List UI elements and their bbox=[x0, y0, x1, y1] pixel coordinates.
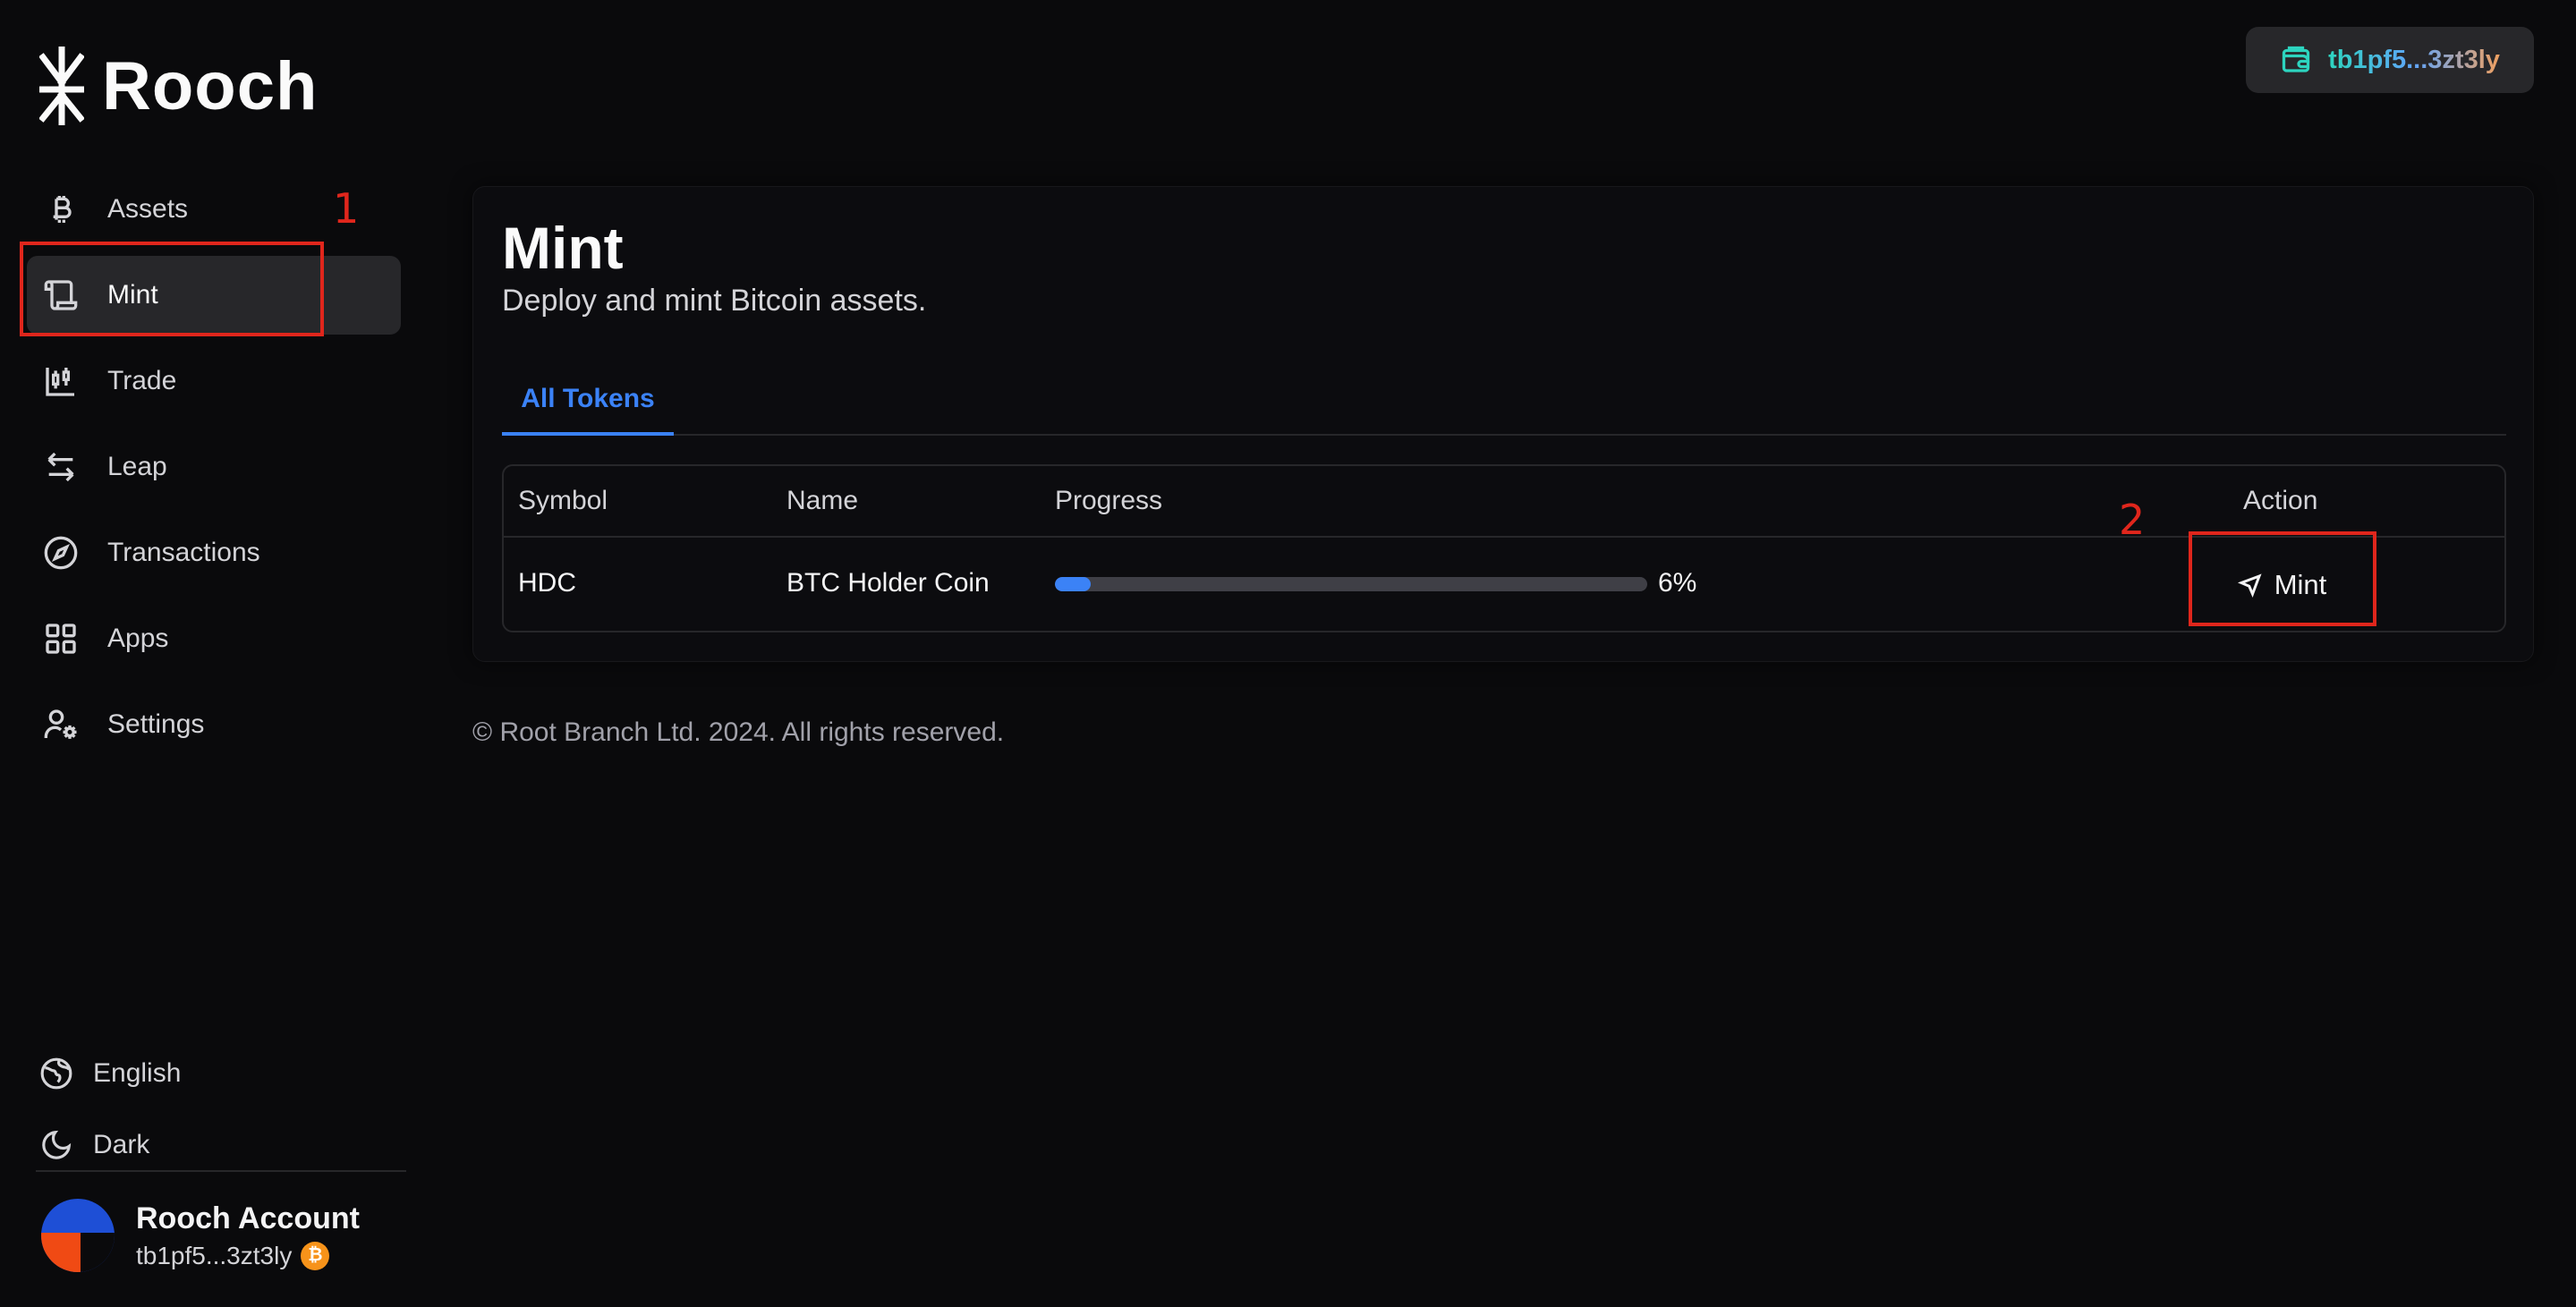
sidebar-item-label: Apps bbox=[107, 624, 169, 653]
wallet-address: tb1pf5...3zt3ly bbox=[2328, 45, 2500, 74]
sidebar-item-label: Trade bbox=[107, 366, 177, 395]
user-settings-icon bbox=[43, 707, 79, 743]
progress-percent: 6% bbox=[1658, 568, 1697, 598]
compass-icon bbox=[43, 535, 79, 571]
sidebar-options: English Dark bbox=[39, 1038, 406, 1181]
grid-icon bbox=[43, 621, 79, 657]
account-card[interactable]: Rooch Account tb1pf5...3zt3ly ₿ bbox=[41, 1199, 360, 1272]
sidebar-item-transactions[interactable]: Transactions bbox=[27, 513, 401, 592]
footer-copyright: © Root Branch Ltd. 2024. All rights rese… bbox=[472, 717, 1005, 747]
language-label: English bbox=[93, 1058, 182, 1088]
moon-icon bbox=[42, 1130, 72, 1159]
rooch-logo-icon bbox=[39, 47, 84, 125]
sidebar-divider bbox=[36, 1170, 406, 1172]
account-name: Rooch Account bbox=[136, 1201, 360, 1235]
annotation-box-2 bbox=[2189, 531, 2376, 626]
tab-bar: All Tokens bbox=[502, 366, 2506, 436]
swap-arrows-icon bbox=[43, 449, 79, 485]
theme-label: Dark bbox=[93, 1130, 150, 1159]
column-name: Name bbox=[786, 486, 859, 515]
sidebar-item-apps[interactable]: Apps bbox=[27, 599, 401, 678]
account-address: tb1pf5...3zt3ly bbox=[136, 1241, 293, 1269]
annotation-box-1 bbox=[20, 242, 324, 336]
language-selector[interactable]: English bbox=[39, 1038, 406, 1109]
progress-bar bbox=[1055, 577, 1647, 591]
token-symbol: HDC bbox=[518, 568, 576, 598]
token-name: BTC Holder Coin bbox=[786, 568, 990, 598]
sidebar-item-trade[interactable]: Trade bbox=[27, 342, 401, 420]
app-name: Rooch bbox=[102, 47, 319, 124]
account-address-row: tb1pf5...3zt3ly ₿ bbox=[136, 1241, 360, 1270]
table-header: Symbol Name Progress Action bbox=[504, 466, 2504, 538]
page-title: Mint bbox=[502, 215, 624, 281]
avatar bbox=[41, 1199, 115, 1272]
annotation-number-1: 1 bbox=[333, 184, 360, 233]
column-symbol: Symbol bbox=[518, 486, 608, 515]
page-subtitle: Deploy and mint Bitcoin assets. bbox=[502, 284, 927, 318]
sidebar-item-leap[interactable]: Leap bbox=[27, 428, 401, 506]
chart-candles-icon bbox=[43, 363, 79, 399]
sidebar-item-label: Settings bbox=[107, 709, 205, 739]
annotation-number-2: 2 bbox=[2119, 496, 2146, 544]
rooch-logo[interactable]: Rooch bbox=[39, 45, 318, 127]
sidebar-item-label: Assets bbox=[107, 194, 189, 224]
globe-icon bbox=[40, 1057, 72, 1090]
sidebar-item-settings[interactable]: Settings bbox=[27, 685, 401, 764]
sidebar-item-label: Transactions bbox=[107, 538, 260, 567]
column-action: Action bbox=[2243, 486, 2318, 515]
wallet-icon bbox=[2282, 46, 2310, 72]
progress-fill bbox=[1055, 577, 1091, 591]
bitcoin-badge-icon: ₿ bbox=[301, 1241, 330, 1270]
bitcoin-icon bbox=[43, 191, 79, 227]
sidebar-item-label: Leap bbox=[107, 452, 167, 481]
column-progress: Progress bbox=[1055, 486, 1163, 515]
wallet-button[interactable]: tb1pf5...3zt3ly bbox=[2246, 27, 2534, 93]
tab-all-tokens[interactable]: All Tokens bbox=[502, 366, 674, 436]
